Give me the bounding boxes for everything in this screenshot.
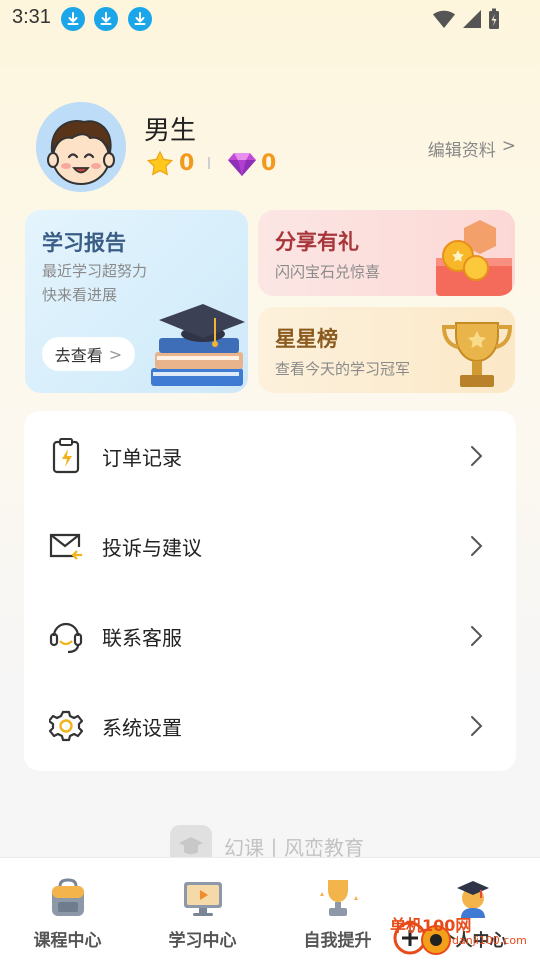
wifi-icon — [433, 10, 455, 28]
trophy-icon — [319, 880, 358, 916]
star-ranking-title: 星星榜 — [275, 327, 338, 351]
order-clipboard-icon — [48, 438, 84, 474]
signal-icon — [463, 10, 481, 28]
chevron-right-icon — [471, 446, 483, 466]
status-bar: 3:31 — [0, 0, 540, 38]
chevron-right-icon — [471, 536, 483, 556]
menu-item-label: 联系客服 — [102, 625, 182, 650]
menu-item-label: 订单记录 — [102, 445, 182, 470]
watermark-subtext: danji100.com — [452, 934, 527, 947]
menu-item-orders[interactable]: 订单记录 — [24, 411, 516, 501]
watermark-text: 单机100网 — [390, 916, 472, 935]
nav-label: 学习中心 — [168, 931, 237, 951]
share-gift-title: 分享有礼 — [275, 230, 359, 254]
chevron-right-icon: > — [108, 344, 123, 364]
download-notification-icon — [128, 7, 152, 31]
view-report-button[interactable]: 去查看 > — [42, 337, 135, 371]
nav-tab-self-improvement[interactable]: 自我提升 — [270, 858, 405, 960]
status-time: 3:31 — [12, 6, 51, 28]
star-icon — [146, 150, 174, 182]
stat-divider — [208, 157, 210, 169]
download-notification-icon — [61, 7, 85, 31]
star-ranking-card[interactable]: 星星榜 查看今天的学习冠军 — [258, 307, 515, 393]
share-gift-card[interactable]: 分享有礼 闪闪宝石兑惊喜 — [258, 210, 515, 296]
nav-tab-study-center[interactable]: 学习中心 — [135, 858, 270, 960]
chevron-right-icon — [471, 716, 483, 736]
feedback-mail-icon — [48, 528, 84, 564]
graduation-books-icon — [151, 304, 245, 386]
menu-item-label: 投诉与建议 — [102, 535, 202, 560]
menu-item-customer-service[interactable]: 联系客服 — [24, 591, 516, 681]
backpack-icon — [51, 878, 84, 916]
share-gift-subtitle: 闪闪宝石兑惊喜 — [275, 263, 381, 281]
battery-icon — [489, 8, 499, 29]
chevron-right-icon — [471, 626, 483, 646]
menu-item-settings[interactable]: 系统设置 — [24, 681, 516, 771]
boy-avatar-icon — [36, 102, 126, 192]
learning-report-line2: 快来看进展 — [42, 286, 118, 304]
nav-tab-course-center[interactable]: 课程中心 — [0, 858, 135, 960]
gem-icon — [226, 150, 258, 182]
view-report-label: 去查看 — [54, 346, 103, 365]
download-notification-icon — [94, 7, 118, 31]
user-name: 男生 — [144, 116, 197, 146]
gift-coins-icon — [436, 220, 512, 296]
star-ranking-subtitle: 查看今天的学习冠军 — [275, 360, 411, 378]
nav-label: 课程中心 — [33, 931, 102, 951]
avatar[interactable] — [36, 102, 126, 192]
learning-report-line1: 最近学习超努力 — [42, 262, 148, 280]
menu-item-feedback[interactable]: 投诉与建议 — [24, 501, 516, 591]
gear-icon — [48, 708, 84, 744]
chevron-right-icon: > — [501, 136, 516, 156]
trophy-icon — [441, 322, 513, 387]
menu-list: 订单记录 投诉与建议 联系客服 系统设置 — [24, 411, 516, 771]
learning-report-card[interactable]: 学习报告 最近学习超努力 快来看进展 去查看 > — [25, 210, 248, 393]
learning-report-title: 学习报告 — [42, 231, 126, 255]
menu-item-label: 系统设置 — [102, 715, 182, 740]
headset-icon — [48, 618, 84, 654]
star-count: 0 — [179, 151, 195, 176]
edit-profile-label: 编辑资料 — [427, 141, 496, 161]
monitor-play-icon — [183, 882, 222, 916]
nav-label: 自我提升 — [303, 931, 372, 951]
gem-count: 0 — [261, 151, 277, 176]
edit-profile-link[interactable]: 编辑资料 > — [428, 136, 516, 161]
